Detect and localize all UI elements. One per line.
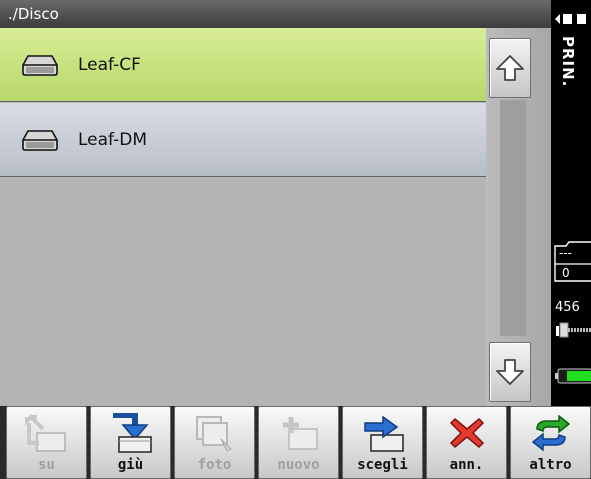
button-label: su <box>38 457 55 473</box>
more-button[interactable]: altro <box>510 406 591 479</box>
folder-down-button[interactable]: giù <box>90 406 171 479</box>
photo-icon <box>195 416 232 452</box>
shots-remaining: 456 <box>555 300 580 315</box>
battery-icon <box>555 368 591 384</box>
mode-label: PRIN. <box>559 36 577 88</box>
button-label: ann. <box>449 457 484 473</box>
bottom-toolbar: su giù foto nuovo scegli ann. altro <box>0 406 591 479</box>
card-slot-icon <box>555 14 586 24</box>
drive-icon <box>22 54 58 76</box>
folder-up-button[interactable]: su <box>6 406 87 479</box>
drive-list: Leaf-CF Leaf-DM <box>0 28 486 406</box>
file-browser: Leaf-CF Leaf-DM <box>0 28 551 406</box>
photo-button[interactable]: foto <box>174 406 255 479</box>
new-folder-icon <box>282 417 318 450</box>
arrow-up-icon <box>496 55 524 81</box>
swap-icon <box>531 414 570 452</box>
button-label: altro <box>529 457 572 473</box>
memory-meter-icon <box>556 322 591 338</box>
folder-name: --- <box>559 246 572 260</box>
folder-up-icon <box>24 414 66 452</box>
scroll-up-button[interactable] <box>489 38 531 98</box>
button-label: scegli <box>357 457 408 473</box>
cancel-icon <box>449 417 484 449</box>
scroll-track[interactable] <box>500 100 526 336</box>
folder-down-icon <box>112 413 152 453</box>
arrow-down-icon <box>496 359 524 385</box>
choose-icon <box>363 415 404 452</box>
choose-button[interactable]: scegli <box>342 406 423 479</box>
button-label: nuovo <box>277 457 320 473</box>
list-item-leaf-dm[interactable]: Leaf-DM <box>0 103 486 177</box>
folder-count: 0 <box>562 266 570 280</box>
list-item-label: Leaf-DM <box>78 129 147 150</box>
scrollbar[interactable] <box>486 28 551 406</box>
button-label: giù <box>117 457 144 473</box>
button-label: foto <box>197 457 232 473</box>
new-folder-button[interactable]: nuovo <box>258 406 339 479</box>
cancel-button[interactable]: ann. <box>426 406 507 479</box>
list-item-leaf-cf[interactable]: Leaf-CF <box>0 28 486 102</box>
drive-icon <box>22 129 58 151</box>
path-title: ./Disco <box>0 0 551 28</box>
scroll-down-button[interactable] <box>489 342 531 402</box>
list-item-label: Leaf-CF <box>78 54 141 75</box>
